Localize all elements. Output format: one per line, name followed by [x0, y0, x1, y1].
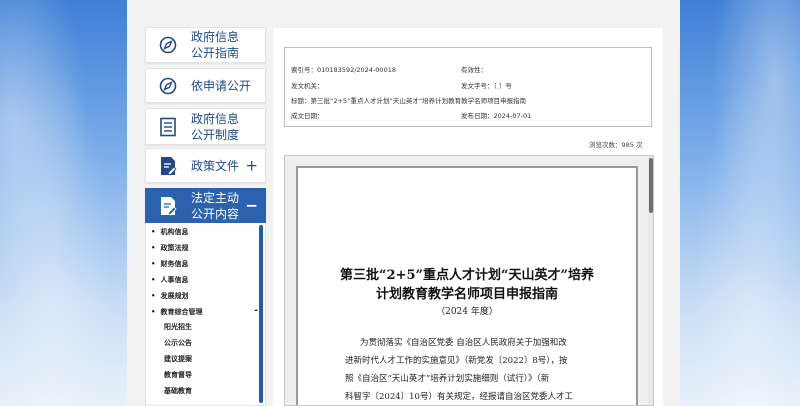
- submenu-scrollbar[interactable]: [259, 225, 263, 403]
- scrollbar-thumb[interactable]: [649, 158, 653, 213]
- submenu: • 机构信息 • 政策法规 • 财务信息 • 人事信息 • 发展规划 • 教育综合管理 - 阳…: [145, 223, 266, 406]
- bullet-icon: •: [151, 228, 156, 236]
- submenu-item-finance[interactable]: • 财务信息: [146, 256, 265, 272]
- sidebar-item-policy[interactable]: 政策文件 +: [145, 148, 266, 183]
- subsubmenu-item[interactable]: 阳光招生: [164, 320, 192, 334]
- doc-title-meta: 标题：第三批“2+5”重点人才计划“天山英才”培养计划教育教学名师项目申报指南: [291, 97, 527, 105]
- document-paragraph-line: 科智字〔2024〕10号）有关规定，经报请自治区党委人才工: [345, 392, 573, 402]
- sidebar-item-label: 政府信息 公开制度: [191, 111, 240, 142]
- index-number: 索引号：010183592/2024-00018: [291, 66, 396, 74]
- document-year: （2024 年度）: [436, 307, 498, 317]
- issuer: 发文机关：: [291, 82, 324, 90]
- submenu-label: 财务信息: [160, 260, 189, 268]
- edit-document-icon: [158, 196, 178, 216]
- document-list-icon: [158, 117, 178, 137]
- submenu-item-org[interactable]: • 机构信息: [146, 224, 265, 240]
- bullet-icon: •: [151, 276, 156, 284]
- submenu-item-planning[interactable]: • 发展规划: [146, 288, 265, 304]
- sidebar-item-label: 法定主动 公开内容: [191, 191, 240, 221]
- submenu-label: 人事信息: [160, 276, 189, 284]
- compass-icon: [158, 35, 178, 55]
- submenu-item-education[interactable]: • 教育综合管理 -: [146, 304, 265, 320]
- subsubmenu-item[interactable]: 基础教育: [164, 384, 192, 398]
- document-scrollbar[interactable]: [648, 156, 653, 405]
- doc-number: 发文字号：〔 〕号: [461, 82, 512, 90]
- document-paragraph-line: 照《自治区“天山英才”培养计划实施细则（试行）》（新: [345, 374, 550, 384]
- submenu-item-regulations[interactable]: • 政策法规: [146, 240, 265, 256]
- view-count: 浏览次数：985 次: [589, 141, 643, 149]
- bullet-icon: •: [151, 292, 156, 300]
- sidebar-item-system[interactable]: 政府信息 公开制度: [145, 108, 266, 145]
- document-title-line2: 计划教育教学名师项目申报指南: [375, 287, 558, 302]
- sidebar-item-label: 政策文件: [191, 158, 240, 173]
- submenu-label: 教育综合管理: [160, 308, 203, 316]
- metadata-box: 索引号：010183592/2024-00018 有效性： 发文机关： 发文字号…: [284, 47, 652, 127]
- collapse-icon[interactable]: -: [254, 306, 258, 316]
- published-date: 发布日期：2024-07-01: [461, 112, 532, 120]
- created-date: 成文日期：: [291, 112, 324, 120]
- bullet-icon: •: [151, 308, 156, 316]
- subsubmenu-item[interactable]: 教育督导: [164, 368, 192, 382]
- submenu-label: 机构信息: [160, 228, 189, 236]
- submenu-label: 政策法规: [160, 244, 189, 252]
- submenu-label: 发展规划: [160, 292, 189, 300]
- compass-icon: [158, 76, 178, 96]
- sidebar-item-label: 依申请公开: [191, 78, 252, 93]
- expand-icon[interactable]: +: [245, 156, 258, 174]
- background-right: [675, 0, 800, 406]
- collapse-icon[interactable]: −: [245, 197, 258, 215]
- sidebar-item-label: 政府信息 公开指南: [191, 30, 240, 60]
- document-paragraph-line: 为贯彻落实《自治区党委 自治区人民政府关于加强和改: [360, 338, 567, 348]
- edit-document-icon: [158, 156, 178, 176]
- submenu-item-personnel[interactable]: • 人事信息: [146, 272, 265, 288]
- validity: 有效性：: [461, 66, 487, 74]
- subsubmenu-item[interactable]: 建议提案: [164, 352, 192, 366]
- document-paragraph-line: 进新时代人才工作的实施意见》（新党发〔2022〕8号），按: [345, 356, 568, 366]
- bullet-icon: •: [151, 260, 156, 268]
- sidebar-item-guide[interactable]: 政府信息 公开指南: [145, 27, 266, 63]
- document-title-line1: 第三批“2+5”重点人才计划“天山英才”培养: [340, 268, 594, 283]
- bullet-icon: •: [151, 244, 156, 252]
- background-left: [0, 0, 130, 406]
- sidebar-item-apply[interactable]: 依申请公开: [145, 68, 266, 103]
- sidebar: 政府信息 公开指南 依申请公开 政府信息 公开制度 政策文件 + 法定主动 公开内容 …: [145, 0, 266, 406]
- subsubmenu-item[interactable]: 公示公告: [164, 336, 192, 350]
- sidebar-item-mandatory[interactable]: 法定主动 公开内容 −: [145, 188, 266, 224]
- document-viewer[interactable]: 第三批“2+5”重点人才计划“天山英才”培养 计划教育教学名师项目申报指南 （2…: [284, 155, 654, 406]
- document-page: 第三批“2+5”重点人才计划“天山英才”培养 计划教育教学名师项目申报指南 （2…: [296, 166, 638, 405]
